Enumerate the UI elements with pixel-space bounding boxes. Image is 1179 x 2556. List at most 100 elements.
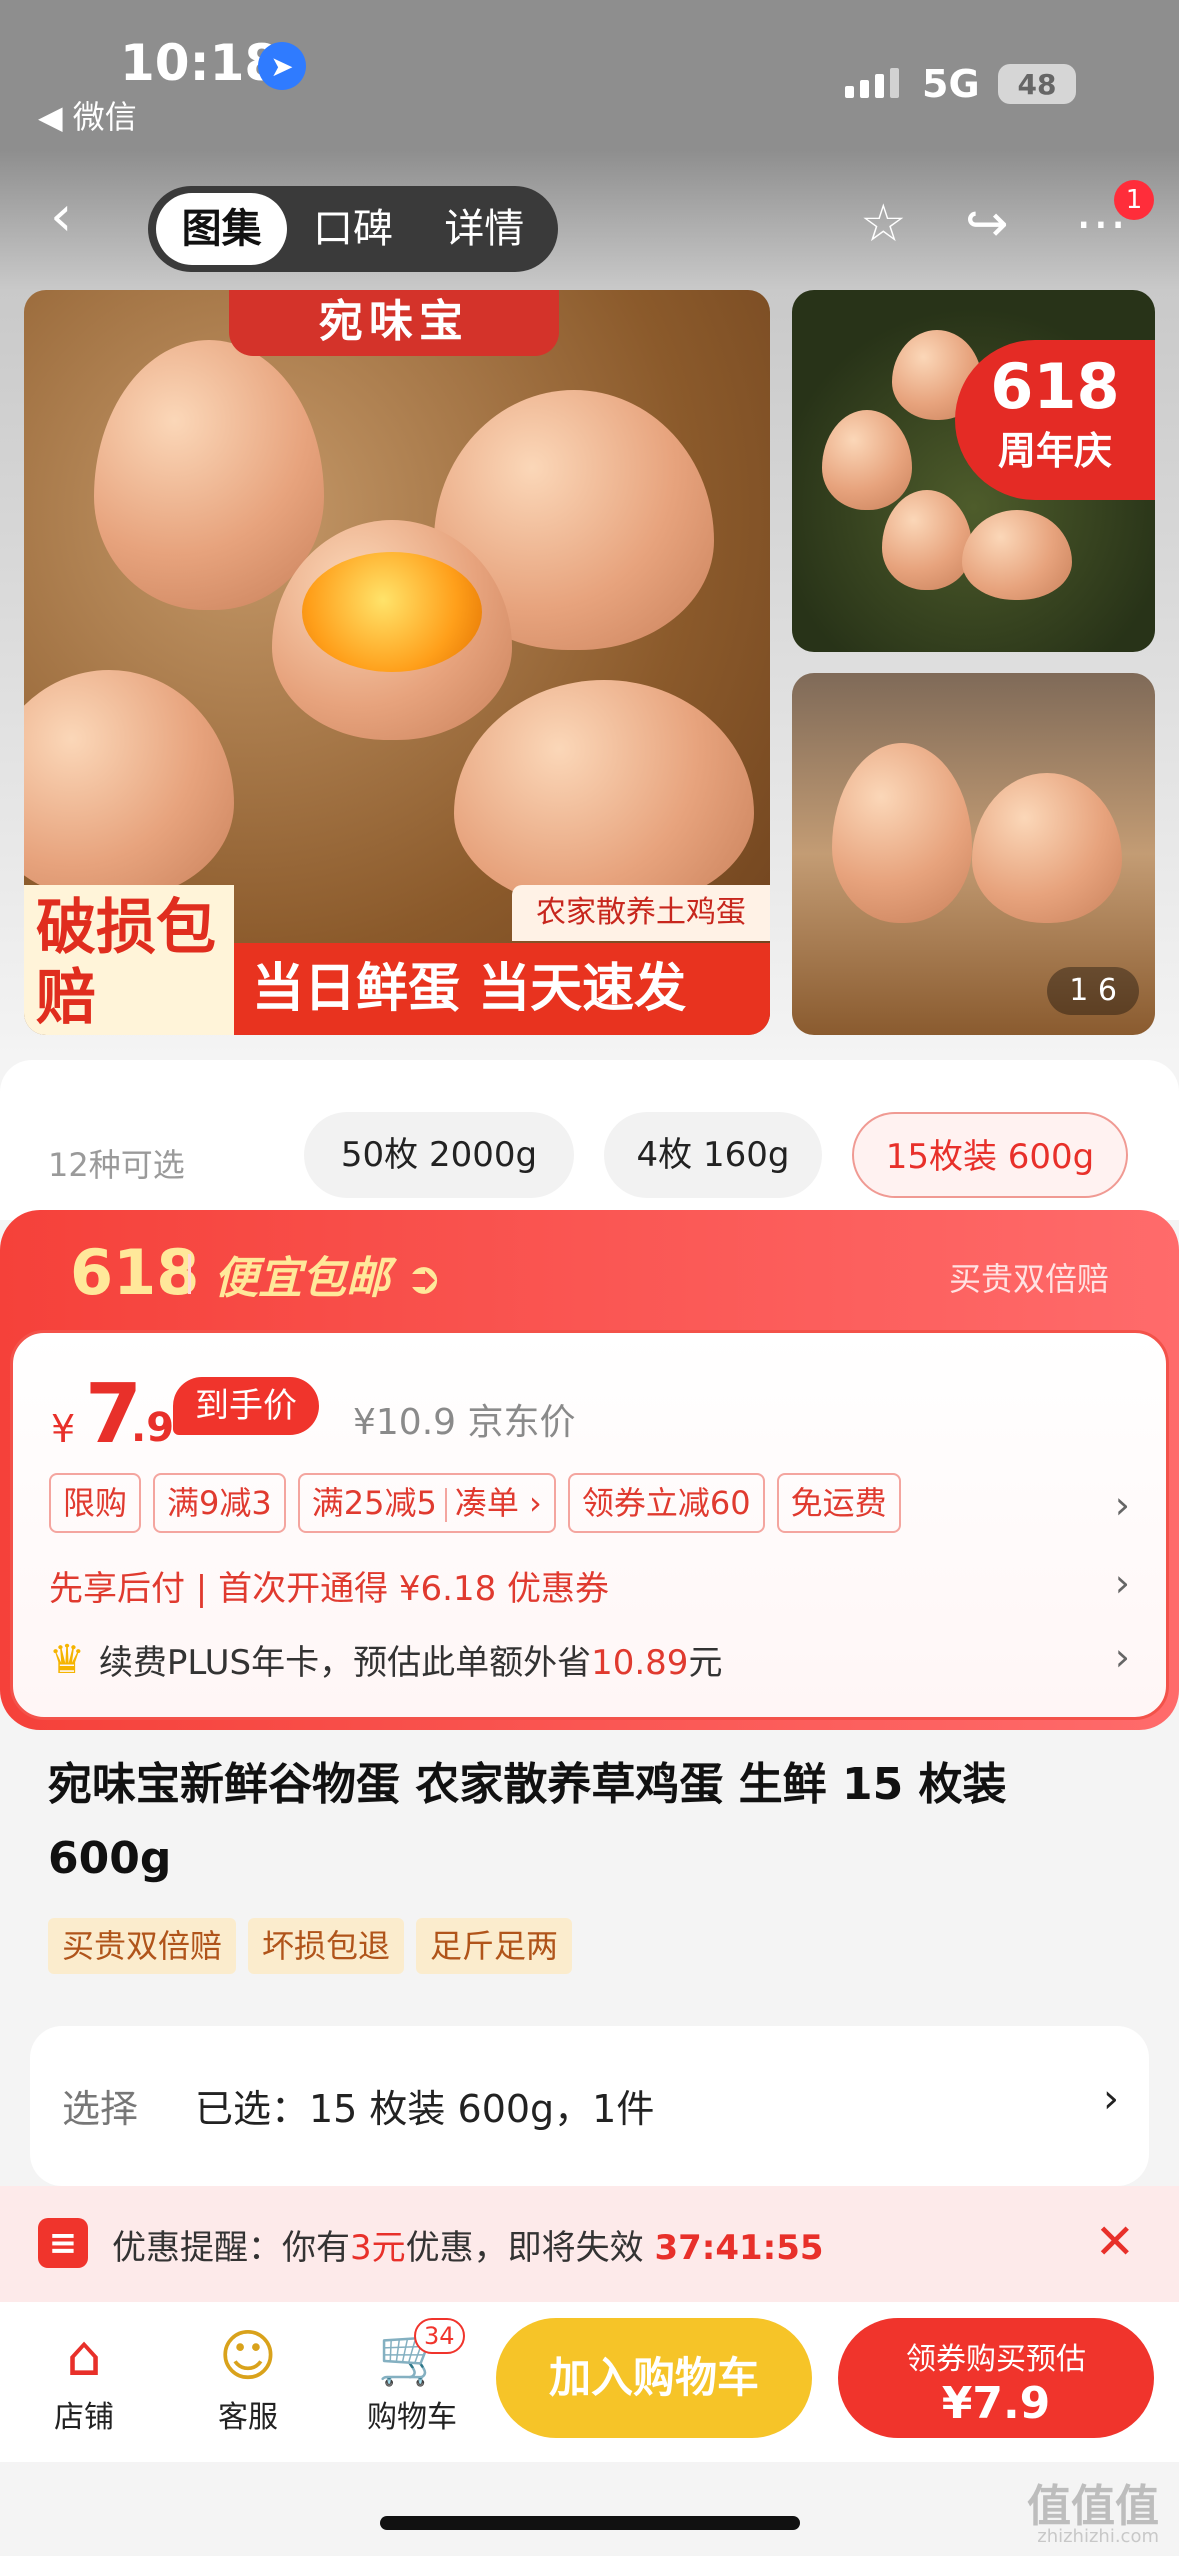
product-title: 宛味宝新鲜谷物蛋 农家散养草鸡蛋 生鲜 15 枚装 600g <box>48 1759 1007 1884</box>
tab-reviews[interactable]: 口碑 <box>287 193 418 265</box>
home-indicator[interactable] <box>380 2516 800 2530</box>
reminder-middle: 优惠，即将失效 <box>405 2228 644 2268</box>
buy-now-label: 领券购买预估 <box>906 2342 1086 2377</box>
promo-ribbon: 破损包赔 当日鲜蛋 当天速发 农家散养土鸡蛋 <box>24 885 770 1035</box>
badge-damage-return: 坏损包退 <box>248 1918 405 1974</box>
bottom-action-bar: ⌂ 店铺 ☺ 客服 🛒 34 购物车 加入购物车 领券购买预估 ¥7.9 <box>0 2302 1179 2462</box>
customer-service-icon: ☺ <box>218 2324 278 2389</box>
buy-now-button[interactable]: 领券购买预估 ¥7.9 <box>838 2318 1154 2438</box>
fresh-delivery-label: 当日鲜蛋 当天速发 <box>234 943 770 1035</box>
tab-details[interactable]: 详情 <box>419 193 550 265</box>
add-to-cart-button[interactable]: 加入购物车 <box>496 2318 812 2438</box>
store-label: 店铺 <box>54 2400 114 2435</box>
price-decimal: .9 <box>131 1405 175 1451</box>
divider <box>188 1254 191 1294</box>
service-button[interactable]: ☺ 客服 <box>188 2322 308 2436</box>
coupon-60[interactable]: 领券立减60 <box>567 1473 765 1533</box>
egg-image <box>882 490 972 590</box>
coupon-25-5[interactable]: 满25减5 凑单 › <box>297 1473 556 1533</box>
final-price-tag: 到手价 <box>173 1377 319 1435</box>
chevron-right-icon[interactable]: › <box>1115 1635 1130 1679</box>
status-time: 10:18 <box>120 34 280 92</box>
location-icon: ➤ <box>258 42 306 90</box>
star-icon[interactable]: ☆ <box>860 198 907 250</box>
image-gallery: 宛味宝 破损包赔 当日鲜蛋 当天速发 农家散养土鸡蛋 618 周年庆 1 6 <box>0 290 1179 1060</box>
service-label: 客服 <box>218 2400 278 2435</box>
cart-count-badge: 34 <box>414 2318 465 2354</box>
badge-618-text: 周年庆 <box>997 429 1112 473</box>
coupon-9-3[interactable]: 满9减3 <box>153 1473 286 1533</box>
promo-section: 618 便宜包邮 ➲ 买贵双倍赔 ¥ 7 .9 到手价 ¥10.9 京东价 限购… <box>0 1210 1179 1730</box>
status-bar: 10:18 ➤ ◀ 微信 5G 48 <box>0 0 1179 150</box>
arrow-circle-icon: ➲ <box>405 1253 443 1304</box>
watermark-logo: 值值值 <box>1027 2481 1159 2532</box>
chevron-right-icon[interactable]: › <box>1115 1561 1130 1605</box>
currency-symbol: ¥ <box>51 1407 76 1451</box>
reminder-amount: 3元 <box>350 2228 406 2268</box>
countdown-timer: 37:41:55 <box>654 2228 824 2268</box>
thumbnail-image-1[interactable]: 618 周年庆 <box>792 290 1155 652</box>
badge-full-weight: 足斤足两 <box>416 1918 573 1974</box>
cart-label: 购物车 <box>367 2400 457 2435</box>
tab-gallery[interactable]: 图集 <box>156 193 288 265</box>
egg-image <box>94 340 324 610</box>
free-shipping-label: 便宜包邮 <box>214 1253 390 1304</box>
store-button[interactable]: ⌂ 店铺 <box>24 2322 144 2436</box>
egg-image <box>962 510 1072 600</box>
option-chip-50[interactable]: 50枚 2000g <box>304 1112 574 1198</box>
spec-selector[interactable]: 选择 已选：15 枚装 600g，1件 › <box>30 2026 1149 2186</box>
egg-image <box>454 680 754 910</box>
watermark-url: zhizhizhi.com <box>1037 2526 1159 2547</box>
store-icon: ⌂ <box>66 2324 102 2389</box>
options-count[interactable]: 12种可选 <box>48 1140 185 1186</box>
selected-spec: 已选：15 枚装 600g，1件 <box>195 2087 655 2131</box>
egg-image <box>832 743 972 923</box>
plus-unit: 元 <box>688 1643 723 1683</box>
cart-button[interactable]: 🛒 34 购物车 <box>352 2318 472 2436</box>
top-nav: ‹ 图集 口碑 详情 ☆ ↪ ⋯ 1 <box>0 150 1179 290</box>
reminder-prefix: 优惠提醒：你有 <box>112 2228 350 2268</box>
share-icon[interactable]: ↪ <box>965 198 1009 250</box>
price-card: ¥ 7 .9 到手价 ¥10.9 京东价 限购 满9减3 满25减5 凑单 › 领… <box>10 1330 1169 1720</box>
coupon-free-shipping[interactable]: 免运费 <box>776 1473 901 1533</box>
coupon-25-5-label: 满25减5 <box>311 1484 437 1522</box>
message-badge: 1 <box>1114 180 1154 220</box>
option-chip-15-selected[interactable]: 15枚装 600g <box>852 1112 1128 1198</box>
chevron-right-icon: › <box>1103 2076 1119 2122</box>
gallery-tabs: 图集 口碑 详情 <box>148 186 558 272</box>
close-icon[interactable]: ✕ <box>1095 2214 1135 2270</box>
signal-icon <box>845 68 899 98</box>
select-label: 选择 <box>62 2087 139 2131</box>
network-type: 5G <box>922 62 980 106</box>
original-price: ¥10.9 京东价 <box>353 1402 576 1443</box>
yolk-image <box>302 552 482 672</box>
coupon-limit[interactable]: 限购 <box>49 1473 142 1533</box>
service-badges: 买贵双倍赔 坏损包退 足斤足两 <box>48 1918 573 1974</box>
plus-amount: 10.89 <box>591 1643 689 1683</box>
back-to-wechat[interactable]: ◀ 微信 <box>38 92 137 138</box>
battery-icon: 48 <box>998 64 1076 104</box>
image-caption: 农家散养土鸡蛋 <box>512 885 770 941</box>
image-pager: 1 6 <box>1047 967 1139 1015</box>
promo-618: 618 <box>70 1236 200 1309</box>
spec-options: 12种可选 50枚 2000g 4枚 160g 15枚装 600g <box>0 1060 1179 1220</box>
free-shipping-link[interactable]: 便宜包邮 ➲ <box>214 1242 442 1306</box>
reminder-text: 优惠提醒：你有3元优惠，即将失效 37:41:55 <box>112 2220 824 2269</box>
chevron-right-icon[interactable]: › <box>1115 1483 1130 1527</box>
coupon-row[interactable]: 限购 满9减3 满25减5 凑单 › 领券立减60 免运费 <box>49 1473 901 1533</box>
thumbnail-image-2[interactable]: 1 6 <box>792 673 1155 1035</box>
anniversary-badge: 618 周年庆 <box>955 340 1155 500</box>
plus-offer[interactable]: ♛ 续费PLUS年卡，预估此单额外省10.89元 <box>49 1635 722 1684</box>
coupon-add-on-link[interactable]: 凑单 › <box>455 1484 542 1522</box>
back-arrow-icon[interactable]: ‹ <box>50 189 100 245</box>
coupon-reminder-bar[interactable]: ≡ 优惠提醒：你有3元优惠，即将失效 37:41:55 ✕ <box>0 2186 1179 2302</box>
egg-image <box>24 670 234 900</box>
option-chip-4[interactable]: 4枚 160g <box>604 1112 822 1198</box>
main-product-image[interactable]: 宛味宝 破损包赔 当日鲜蛋 当天速发 农家散养土鸡蛋 <box>24 290 770 1035</box>
badge-price-guarantee: 买贵双倍赔 <box>48 1918 237 1974</box>
price-guarantee[interactable]: 买贵双倍赔 <box>949 1254 1109 1300</box>
plus-text: 续费PLUS年卡，预估此单额外省 <box>98 1643 592 1683</box>
coupon-icon: ≡ <box>38 2218 88 2268</box>
after-pay-offer[interactable]: 先享后付 | 首次开通得 ¥6.18 优惠券 <box>49 1561 609 1610</box>
damage-guarantee-label: 破损包赔 <box>24 885 234 1035</box>
